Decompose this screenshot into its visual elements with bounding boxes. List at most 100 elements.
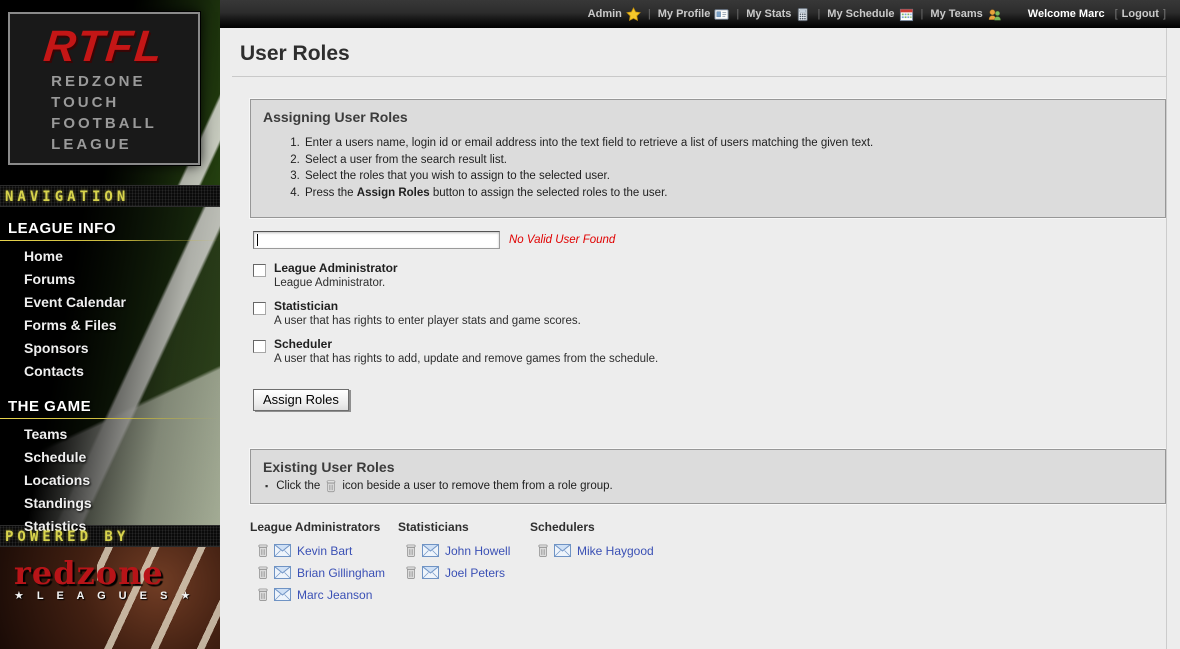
bin-icon[interactable] [256, 543, 270, 558]
bin-icon[interactable] [404, 543, 418, 558]
topbar-item-my-schedule[interactable]: My Schedule [827, 7, 913, 22]
role-group-schedulers: Schedulers Mike Haygood [530, 520, 654, 609]
sidebar-nav: LEAGUE INFO HomeForumsEvent CalendarForms… [0, 207, 220, 525]
mail-icon[interactable] [422, 544, 439, 557]
redzone-leagues-logo: redzone ★ L E A G U E S ★ [0, 557, 220, 602]
sidebar-item-event-calendar[interactable]: Event Calendar [0, 291, 220, 314]
mail-icon[interactable] [554, 544, 571, 557]
sidebar-item-contacts[interactable]: Contacts [0, 360, 220, 383]
powered-by-banner: POWERED BY [0, 525, 220, 547]
star-icon [626, 7, 641, 22]
topbar-item-label: Admin [588, 8, 622, 20]
role-description: A user that has rights to enter player s… [274, 314, 581, 328]
topbar-item-label: My Profile [658, 8, 711, 20]
existing-user-roles-box: Existing User Roles ▪ Click the icon bes… [250, 449, 1166, 504]
sidebar-item-forms-files[interactable]: Forms & Files [0, 314, 220, 337]
separator: | [648, 8, 651, 20]
user-search-row: No Valid User Found [253, 231, 1166, 249]
title-divider [232, 76, 1166, 77]
bin-icon[interactable] [536, 543, 550, 558]
user-row-kevin-bart: Kevin Bart [256, 543, 398, 558]
redzone-logo-text: redzone [14, 557, 220, 589]
right-divider [1166, 28, 1167, 649]
user-search-input[interactable] [253, 231, 500, 249]
bullet-icon: ▪ [265, 481, 268, 491]
sidebar-item-home[interactable]: Home [0, 245, 220, 268]
mail-icon[interactable] [274, 588, 291, 601]
user-row-mike-haygood: Mike Haygood [536, 543, 654, 558]
sidebar-item-schedule[interactable]: Schedule [0, 446, 220, 469]
assign-roles-button[interactable]: Assign Roles [253, 389, 349, 411]
page: RTFL REDZONETOUCHFOOTBALLLEAGUE NAVIGATI… [0, 0, 1180, 649]
logo-lines: REDZONETOUCHFOOTBALLLEAGUE [51, 71, 157, 155]
topbar-item-admin[interactable]: Admin [588, 7, 641, 22]
sidebar-item-locations[interactable]: Locations [0, 469, 220, 492]
topbar-item-my-teams[interactable]: My Teams [930, 7, 1001, 22]
role-label: Statistician [274, 299, 581, 314]
leagues-logo-text: ★ L E A G U E S ★ [14, 589, 220, 602]
bin-icon[interactable] [256, 565, 270, 580]
sidebar-list: TeamsScheduleLocationsStandingsStatistic… [0, 423, 220, 538]
page-title: User Roles [240, 42, 1166, 66]
user-row-joel-peters: Joel Peters [404, 565, 530, 580]
user-row-brian-gillingham: Brian Gillingham [256, 565, 398, 580]
user-row-john-howell: John Howell [404, 543, 530, 558]
mail-icon[interactable] [422, 566, 439, 579]
role-row-league-administrator: League AdministratorLeague Administrator… [253, 261, 1166, 290]
main-area: Admin|My Profile|My Stats|My Schedule|My… [220, 0, 1180, 649]
mail-icon[interactable] [274, 566, 291, 579]
role-row-statistician: StatisticianA user that has rights to en… [253, 299, 1166, 328]
remove-note: ▪ Click the icon beside a user to remove… [251, 477, 1165, 503]
role-checkbox-scheduler[interactable] [253, 340, 266, 353]
user-link[interactable]: Mike Haygood [577, 544, 654, 558]
welcome-text: Welcome Marc [1028, 8, 1105, 20]
logout-bracket-open: [ [1115, 8, 1118, 20]
assign-box-title: Assigning User Roles [251, 100, 1165, 127]
instruction-step-2: Select a user from the search result lis… [303, 152, 1165, 169]
user-link[interactable]: Brian Gillingham [297, 566, 385, 580]
role-description: League Administrator. [274, 276, 398, 290]
text-caret [257, 234, 258, 246]
logout-bracket-close: ] [1163, 8, 1166, 20]
bin-icon[interactable] [404, 565, 418, 580]
role-description: A user that has rights to add, update an… [274, 352, 658, 366]
group-title: Schedulers [530, 520, 654, 534]
sidebar-item-sponsors[interactable]: Sponsors [0, 337, 220, 360]
user-link[interactable]: John Howell [445, 544, 510, 558]
topbar-item-my-stats[interactable]: My Stats [746, 7, 810, 22]
logo-line: FOOTBALL [51, 113, 157, 134]
yellow-divider [0, 418, 220, 419]
assign-instructions: Enter a users name, login id or email ad… [303, 135, 1165, 201]
navigation-banner: NAVIGATION [0, 185, 220, 207]
instruction-step-1: Enter a users name, login id or email ad… [303, 135, 1165, 152]
user-link[interactable]: Kevin Bart [297, 544, 352, 558]
topbar-item-my-profile[interactable]: My Profile [658, 7, 730, 22]
calculator-icon [795, 7, 810, 22]
sidebar-item-teams[interactable]: Teams [0, 423, 220, 446]
user-row-marc-jeanson: Marc Jeanson [256, 587, 398, 602]
role-text: StatisticianA user that has rights to en… [274, 299, 581, 328]
content: User Roles Assigning User Roles Enter a … [220, 28, 1180, 649]
sidebar-item-standings[interactable]: Standings [0, 492, 220, 515]
mail-icon[interactable] [274, 544, 291, 557]
user-link[interactable]: Marc Jeanson [297, 588, 372, 602]
note-post: icon beside a user to remove them from a… [342, 480, 612, 492]
topbar-item-label: My Stats [746, 8, 791, 20]
group-title: League Administrators [250, 520, 398, 534]
instruction-step-4: Press the Assign Roles button to assign … [303, 185, 1165, 202]
logo-acronym: RTFL [42, 23, 167, 71]
separator: | [921, 8, 924, 20]
user-link[interactable]: Joel Peters [445, 566, 505, 580]
existing-roles-columns: League Administrators Kevin Bart Brian Gil… [250, 520, 1166, 609]
topbar-menu: Admin|My Profile|My Stats|My Schedule|My… [588, 7, 1002, 22]
logo-line: LEAGUE [51, 134, 157, 155]
sidebar-item-forums[interactable]: Forums [0, 268, 220, 291]
bin-icon[interactable] [256, 587, 270, 602]
role-checkbox-statistician[interactable] [253, 302, 266, 315]
sidebar-section-title-league-info: LEAGUE INFO [0, 217, 220, 240]
yellow-divider [0, 240, 220, 241]
role-text: SchedulerA user that has rights to add, … [274, 337, 658, 366]
search-status-message: No Valid User Found [509, 234, 615, 246]
logout-link[interactable]: Logout [1122, 8, 1159, 20]
role-checkbox-league-administrator[interactable] [253, 264, 266, 277]
